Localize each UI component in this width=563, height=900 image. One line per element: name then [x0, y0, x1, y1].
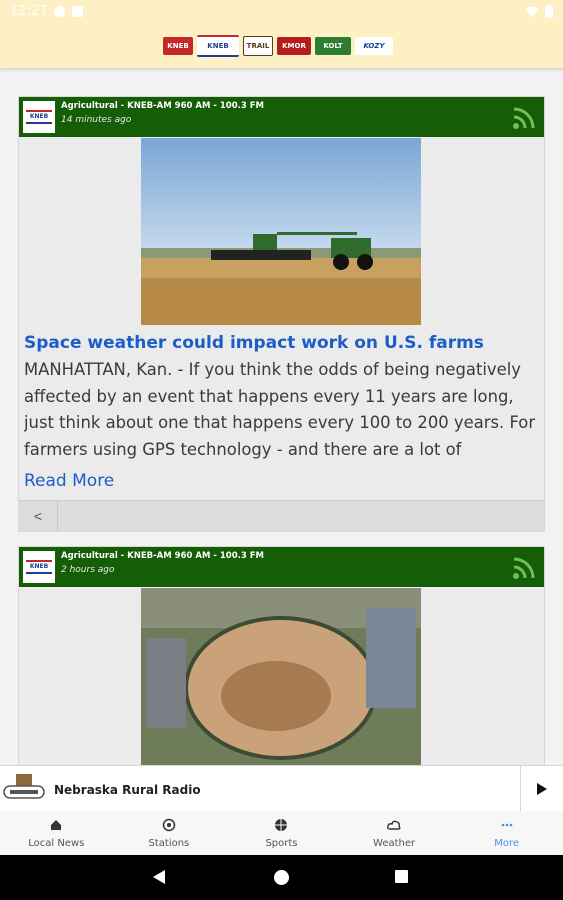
- logo-4[interactable]: KMOR: [277, 37, 311, 55]
- card-header: KNEB Agricultural - KNEB-AM 960 AM - 100…: [19, 547, 544, 587]
- home-button[interactable]: [274, 870, 289, 885]
- article-excerpt: MANHATTAN, Kan. - If you think the odds …: [24, 360, 536, 459]
- more-icon: [501, 823, 512, 827]
- post-time: 14 minutes ago: [61, 115, 132, 125]
- battery-icon: [545, 5, 553, 18]
- nav-label: More: [494, 838, 520, 849]
- rss-icon[interactable]: [512, 106, 536, 130]
- back-icon[interactable]: [152, 869, 166, 885]
- audio-player-bar[interactable]: Nebraska Rural Radio: [0, 765, 563, 811]
- news-feed[interactable]: KNEB Agricultural - KNEB-AM 960 AM - 100…: [0, 68, 563, 765]
- cloud-icon: [387, 820, 401, 830]
- play-icon: [537, 782, 547, 795]
- logo-6[interactable]: KOZY: [355, 37, 393, 55]
- card-header: KNEB Agricultural - KNEB-AM 960 AM - 100…: [19, 97, 544, 137]
- article-image[interactable]: [141, 588, 421, 765]
- logo-5[interactable]: KOLT: [315, 37, 351, 55]
- nav-label: Weather: [373, 838, 416, 849]
- nav-local-news[interactable]: Local News: [0, 811, 113, 856]
- status-time: 12:27: [10, 4, 48, 19]
- play-button[interactable]: [520, 766, 563, 811]
- nav-label: Local News: [28, 838, 85, 849]
- nav-label: Sports: [265, 838, 298, 849]
- source-logo: KNEB: [23, 101, 55, 133]
- news-card[interactable]: KNEB Agricultural - KNEB-AM 960 AM - 100…: [18, 96, 545, 532]
- wifi-icon: [525, 6, 539, 17]
- news-card[interactable]: KNEB Agricultural - KNEB-AM 960 AM - 100…: [18, 546, 545, 765]
- status-bar: 12:27: [0, 0, 563, 24]
- kneb-logo-2[interactable]: KNEB: [197, 35, 239, 57]
- source-name: Agricultural - KNEB-AM 960 AM - 100.3 FM: [61, 551, 264, 561]
- source-logo: KNEB: [23, 551, 55, 583]
- ball-icon: [275, 819, 288, 831]
- nav-stations[interactable]: Stations: [113, 811, 226, 856]
- nav-label: Stations: [148, 838, 190, 849]
- source-name: Agricultural - KNEB-AM 960 AM - 100.3 FM: [61, 101, 264, 111]
- trail-logo[interactable]: TRAIL: [243, 36, 273, 56]
- storage-icon: [72, 6, 83, 17]
- nav-more[interactable]: More: [450, 811, 563, 856]
- app-header: 12:27 KNEB KNEB TRAIL KMOR KOLT KOZY: [0, 0, 563, 68]
- notification-icon: [54, 6, 65, 17]
- rss-icon[interactable]: [512, 556, 536, 580]
- card-image-area[interactable]: [19, 587, 544, 765]
- station-logo: [2, 772, 46, 804]
- share-button[interactable]: <: [19, 501, 58, 531]
- article-title[interactable]: Space weather could impact work on U.S. …: [24, 333, 484, 353]
- recent-apps-button[interactable]: [395, 870, 408, 883]
- read-more-link[interactable]: Read More: [24, 471, 114, 491]
- card-footer: <: [19, 500, 544, 531]
- nav-weather[interactable]: Weather: [338, 811, 451, 856]
- share-icon: <: [33, 508, 43, 524]
- kneb-logo-1[interactable]: KNEB: [163, 37, 193, 55]
- home-icon: [51, 820, 62, 830]
- card-image-area[interactable]: [19, 137, 544, 327]
- bottom-navigation: Local News Stations Sports Weather More: [0, 810, 563, 856]
- player-station-title: Nebraska Rural Radio: [54, 783, 201, 797]
- system-navigation-bar: [0, 855, 563, 900]
- post-time: 2 hours ago: [61, 565, 115, 575]
- radio-icon: [162, 818, 176, 832]
- nav-sports[interactable]: Sports: [225, 811, 338, 856]
- station-logos: KNEB KNEB TRAIL KMOR KOLT KOZY: [163, 35, 393, 57]
- article-image[interactable]: [141, 138, 421, 325]
